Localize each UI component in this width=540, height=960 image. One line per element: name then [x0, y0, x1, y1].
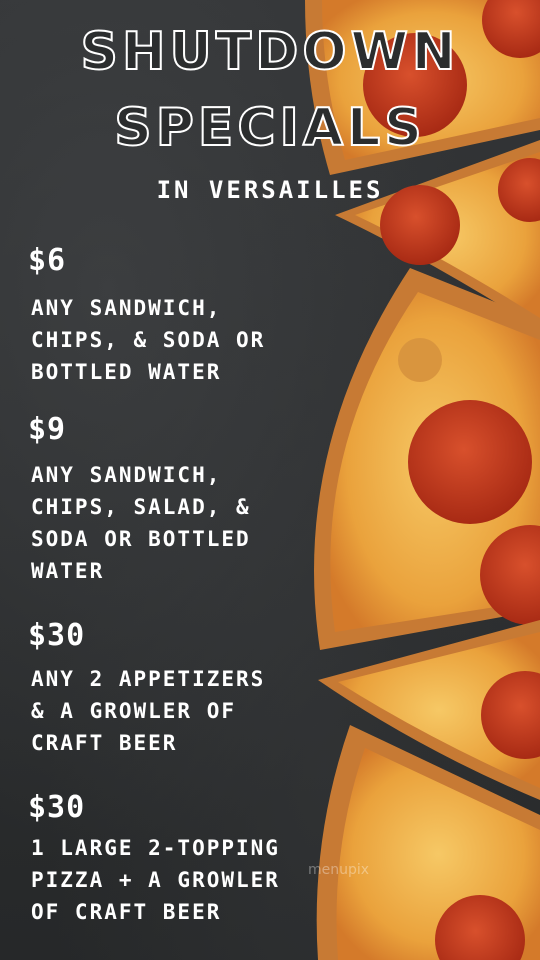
special-description-1: ANY SANDWICH, CHIPS, & SODA OR BOTTLED W…	[31, 296, 266, 384]
special-description-3: ANY 2 APPETIZERS & A GROWLER OF CRAFT BE…	[31, 667, 266, 755]
special-description-4: 1 LARGE 2-TOPPING PIZZA + A GROWLER OF C…	[31, 836, 280, 924]
title-line-2: SPECIALS	[113, 97, 426, 159]
special-price-1: $6	[28, 243, 67, 278]
special-price-3: $30	[28, 618, 86, 653]
subtitle: IN VERSAILLES	[156, 176, 384, 204]
watermark: menupix	[308, 862, 370, 878]
special-price-4: $30	[28, 790, 86, 825]
special-description-2: ANY SANDWICH, CHIPS, SALAD, & SODA OR BO…	[31, 463, 251, 583]
title-line-1: SHUTDOWN	[80, 21, 460, 83]
special-price-2: $9	[28, 412, 67, 447]
